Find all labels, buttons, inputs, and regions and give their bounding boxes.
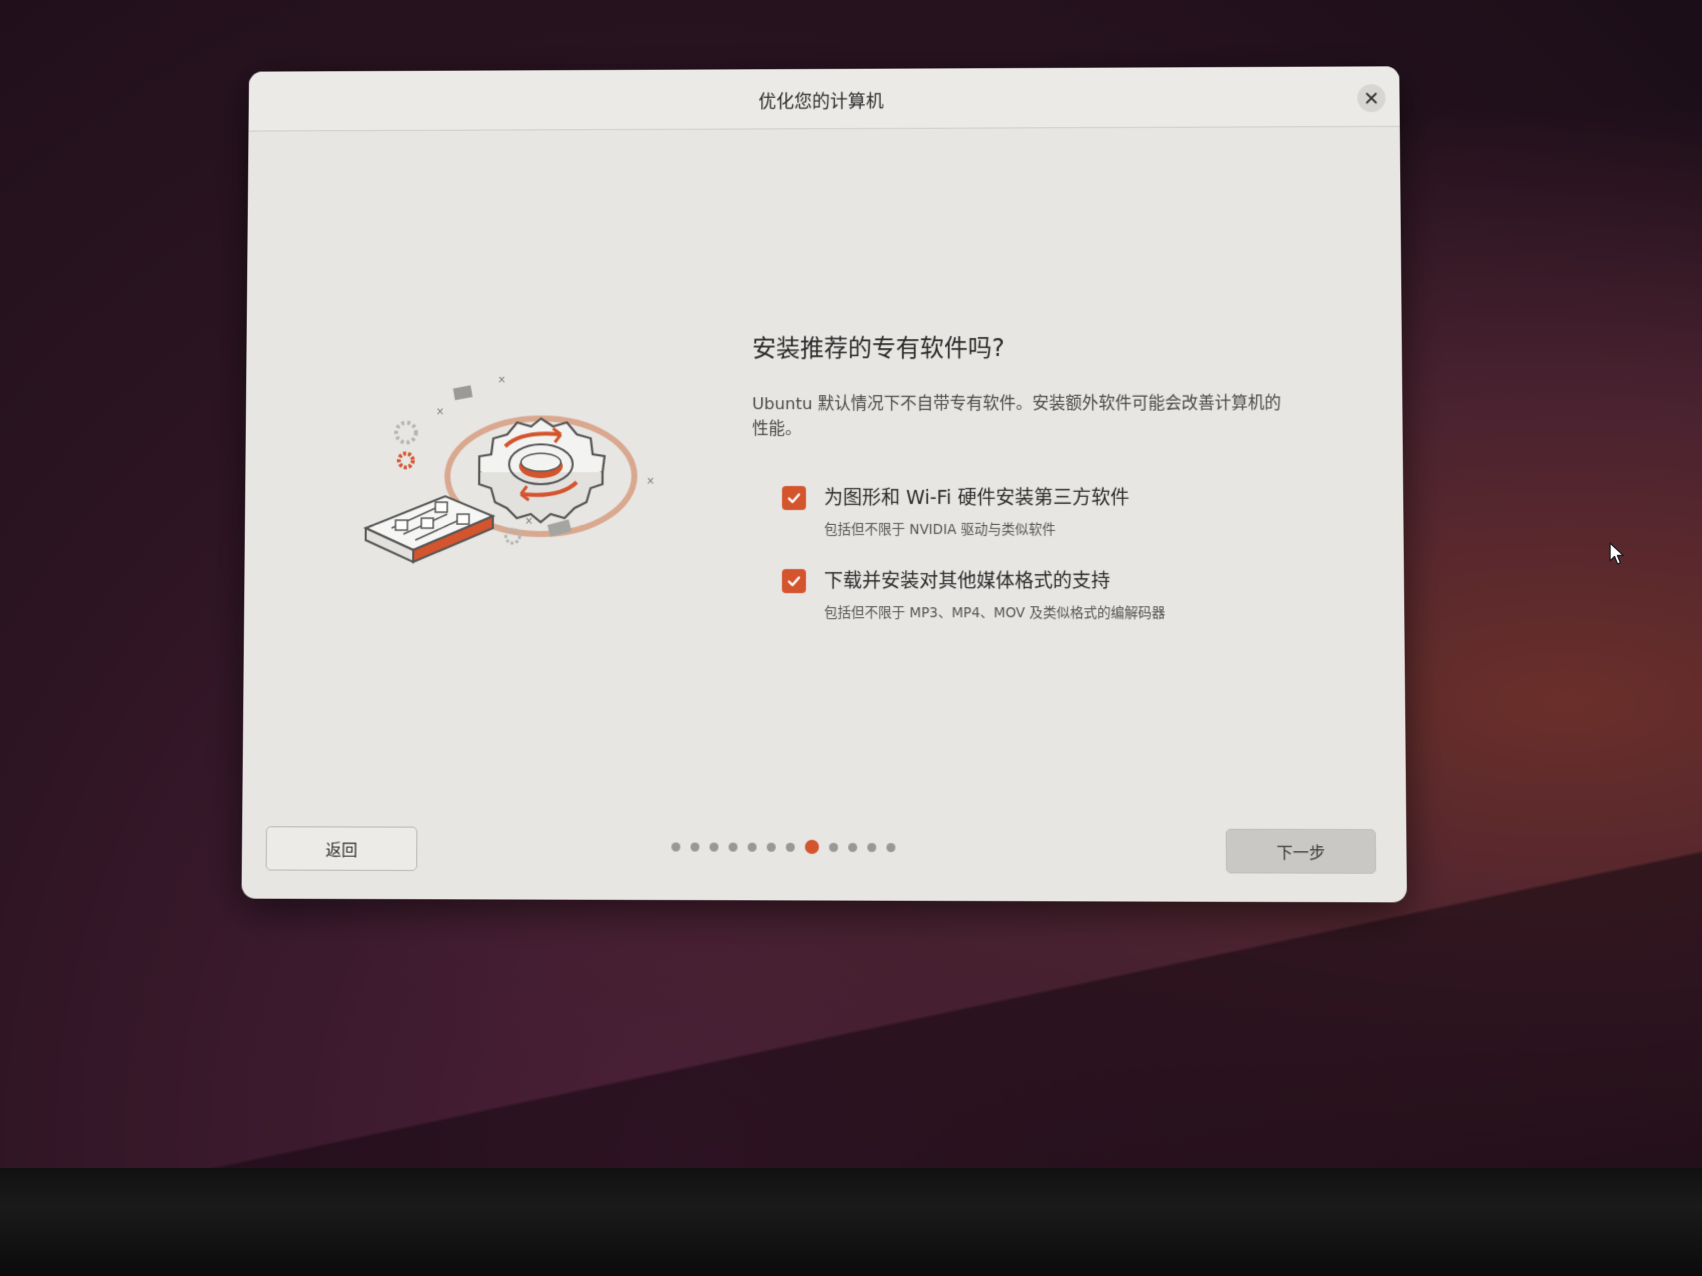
option-media-formats[interactable]: 下载并安装对其他媒体格式的支持 包括但不限于 MP3、MP4、MOV 及类似格式… [782,568,1315,621]
progress-dot [748,842,757,851]
progress-dot [690,842,699,851]
progress-dot [786,842,795,851]
page-description: Ubuntu 默认情况下不自带专有软件。安装额外软件可能会改善计算机的性能。 [752,390,1284,441]
page-heading: 安装推荐的专有软件吗? [752,327,1313,363]
third-party-checkbox[interactable] [782,486,806,510]
svg-text:×: × [646,476,654,487]
progress-dot [867,842,876,851]
progress-dot [671,842,680,851]
title-bar: 优化您的计算机 [249,66,1400,131]
svg-text:×: × [436,407,444,418]
close-button[interactable] [1357,84,1385,112]
back-button[interactable]: 返回 [266,826,418,871]
gear-illustration: × × × × [353,377,662,607]
mouse-cursor-icon [1608,541,1626,567]
options-list: 为图形和 Wi-Fi 硬件安装第三方软件 包括但不限于 NVIDIA 驱动与类似… [782,485,1315,622]
progress-dot [848,842,857,851]
progress-dot [829,842,838,851]
option-sublabel: 包括但不限于 MP3、MP4、MOV 及类似格式的编解码器 [824,601,1315,621]
progress-dot [729,842,738,851]
media-formats-checkbox[interactable] [782,569,806,593]
option-label: 下载并安装对其他媒体格式的支持 [824,568,1315,594]
next-button[interactable]: 下一步 [1226,829,1377,874]
progress-dot-current [805,840,819,854]
installer-dialog: 优化您的计算机 × × × × 安装推荐的专有软件吗? Ubuntu 默认情况下… [241,66,1406,902]
progress-dot [767,842,776,851]
screen-bezel [0,1168,1702,1276]
main-content: 安装推荐的专有软件吗? Ubuntu 默认情况下不自带专有软件。安装额外软件可能… [752,327,1316,651]
svg-text:×: × [498,377,506,386]
option-sublabel: 包括但不限于 NVIDIA 驱动与类似软件 [824,518,1315,538]
svg-text:×: × [525,516,533,527]
checkmark-icon [786,490,802,506]
progress-dots [666,839,900,854]
progress-dot [709,842,718,851]
checkmark-icon [786,573,802,589]
progress-dot [886,843,895,852]
option-third-party-software[interactable]: 为图形和 Wi-Fi 硬件安装第三方软件 包括但不限于 NVIDIA 驱动与类似… [782,485,1315,538]
window-title: 优化您的计算机 [249,85,1400,116]
option-label: 为图形和 Wi-Fi 硬件安装第三方软件 [824,485,1314,511]
close-icon [1365,92,1377,104]
